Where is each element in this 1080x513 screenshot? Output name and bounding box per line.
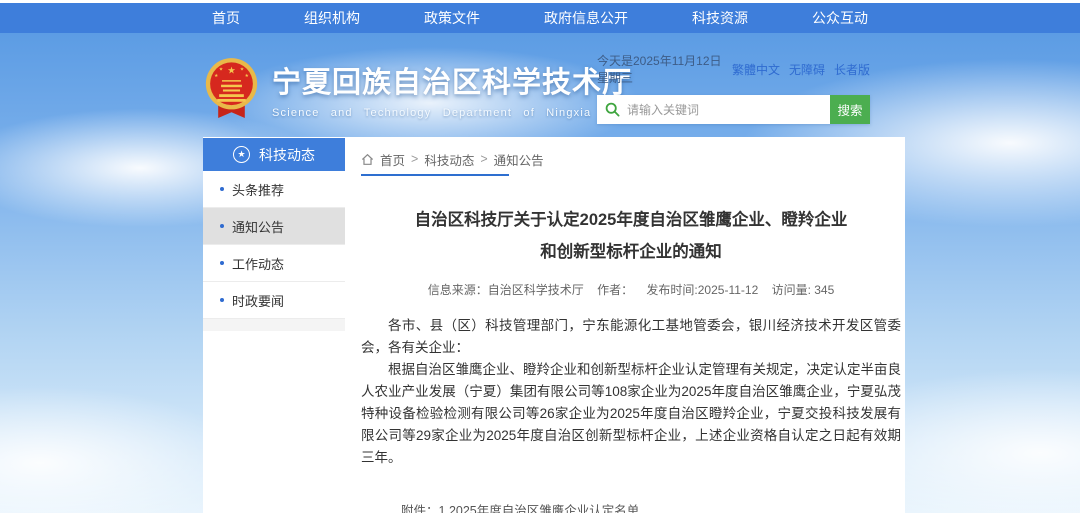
article-title-line1: 自治区科技厅关于认定2025年度自治区雏鹰企业、瞪羚企业 (415, 211, 848, 229)
site-title: 宁夏回族自治区科学技术厅 (272, 59, 632, 101)
meta-author: 作者： (597, 283, 633, 297)
sidebar: ★ 科技动态 头条推荐 通知公告 工作动态 时政要闻 (203, 138, 345, 331)
nav-item-policy-docs[interactable]: 政策文件 (424, 8, 480, 28)
breadcrumb: 首页 > 科技动态 > 通知公告 (361, 149, 901, 169)
link-elder-version[interactable]: 长者版 (834, 61, 870, 78)
site-subtitle: Science and Technology Department of Nin… (272, 107, 632, 119)
breadcrumb-tech-news[interactable]: 科技动态 (424, 150, 474, 169)
article-title: 自治区科技厅关于认定2025年度自治区雏鹰企业、瞪羚企业 和创新型标杆企业的通知 (361, 204, 901, 268)
quick-links: 繁體中文 无障碍 长者版 (732, 61, 870, 78)
nav-item-public-interact[interactable]: 公众互动 (812, 8, 868, 28)
attachment-list: 1.2025年度自治区雏鹰企业认定名单 2.2025年度自治区瞪羚企业认定名单 … (439, 503, 677, 513)
content-card: ★ 科技动态 头条推荐 通知公告 工作动态 时政要闻 (203, 137, 905, 513)
sidebar-item-current-politics[interactable]: 时政要闻 (203, 282, 345, 319)
breadcrumb-notices[interactable]: 通知公告 (494, 150, 544, 169)
article-area: 首页 > 科技动态 > 通知公告 自治区科技厅关于认定2025年度自治区雏鹰企业… (361, 137, 901, 513)
sidebar-footer-strip (203, 319, 345, 331)
breadcrumb-underline (361, 174, 509, 176)
meta-visits: 访问量: 345 (772, 283, 835, 297)
bullet-icon (220, 224, 224, 228)
date-row: 今天是2025年11月12日 星期三 繁體中文 无障碍 长者版 (597, 52, 870, 86)
breadcrumb-separator: > (480, 152, 487, 166)
link-accessibility[interactable]: 无障碍 (789, 61, 825, 78)
top-nav-inner: 首页 组织机构 政策文件 政府信息公开 科技资源 公众互动 (0, 3, 1080, 33)
attachments-label: 附件： (401, 503, 439, 513)
bullet-icon (220, 187, 224, 191)
breadcrumb-home[interactable]: 首页 (380, 150, 405, 169)
search-button[interactable]: 搜索 (830, 95, 870, 124)
circled-star-icon: ★ (233, 146, 250, 163)
sidebar-item-label: 时政要闻 (232, 291, 284, 310)
sidebar-item-notices[interactable]: 通知公告 (203, 208, 345, 245)
sidebar-item-work-updates[interactable]: 工作动态 (203, 245, 345, 282)
home-icon (361, 153, 374, 166)
sidebar-title: 科技动态 (259, 145, 315, 165)
svg-text:★: ★ (240, 66, 244, 72)
site-brand[interactable]: ★ ★ ★ ★ ★ 宁夏回族自治区科学技术厅 Science and Techn… (203, 57, 632, 120)
nav-item-sci-resources[interactable]: 科技资源 (692, 8, 748, 28)
brand-text: 宁夏回族自治区科学技术厅 Science and Technology Depa… (272, 59, 632, 119)
sidebar-item-label: 工作动态 (232, 254, 284, 273)
attachments: 附件： 1.2025年度自治区雏鹰企业认定名单 2.2025年度自治区瞪羚企业认… (361, 503, 901, 513)
search-input[interactable] (627, 103, 822, 117)
attachment-link-eagle-list[interactable]: 1.2025年度自治区雏鹰企业认定名单 (439, 503, 677, 513)
svg-text:★: ★ (219, 66, 223, 72)
search-icon (605, 102, 620, 117)
top-nav: 首页 组织机构 政策文件 政府信息公开 科技资源 公众互动 (0, 3, 1080, 33)
search-bar: 搜索 (597, 95, 870, 124)
sidebar-header-tech-news[interactable]: ★ 科技动态 (203, 138, 345, 171)
link-traditional-chinese[interactable]: 繁體中文 (732, 61, 780, 78)
nav-item-gov-info[interactable]: 政府信息公开 (544, 8, 628, 28)
bullet-icon (220, 261, 224, 265)
search-box (597, 95, 830, 124)
meta-publish-time: 发布时间:2025-11-12 (646, 283, 758, 297)
nav-item-home[interactable]: 首页 (212, 8, 240, 28)
nav-item-organization[interactable]: 组织机构 (304, 8, 360, 28)
article-meta: 信息来源：自治区科学技术厅 作者： 发布时间:2025-11-12 访问量: 3… (361, 281, 901, 298)
svg-text:★: ★ (214, 73, 218, 79)
today-date: 今天是2025年11月12日 星期三 (597, 52, 732, 86)
article-paragraph: 根据自治区雏鹰企业、瞪羚企业和创新型标杆企业认定管理有关规定，决定认定半亩良人农… (361, 359, 901, 469)
breadcrumb-separator: > (411, 152, 418, 166)
header-utilities: 今天是2025年11月12日 星期三 繁體中文 无障碍 长者版 搜索 (597, 52, 870, 124)
page: 首页 组织机构 政策文件 政府信息公开 科技资源 公众互动 ★ ★ ★ ★ ★ … (0, 0, 1080, 513)
article-paragraph: 各市、县（区）科技管理部门，宁东能源化工基地管委会，银川经济技术开发区管委会，各… (361, 315, 901, 359)
bullet-icon (220, 298, 224, 302)
meta-source: 信息来源：自治区科学技术厅 (428, 283, 584, 297)
svg-text:★: ★ (227, 65, 236, 76)
sidebar-item-headlines[interactable]: 头条推荐 (203, 171, 345, 208)
national-emblem-logo: ★ ★ ★ ★ ★ (203, 57, 260, 120)
article-body: 各市、县（区）科技管理部门，宁东能源化工基地管委会，银川经济技术开发区管委会，各… (361, 315, 901, 469)
sidebar-item-label: 头条推荐 (232, 180, 284, 199)
svg-text:★: ★ (245, 73, 249, 79)
article-title-line2: 和创新型标杆企业的通知 (540, 243, 722, 261)
sidebar-item-label: 通知公告 (232, 217, 284, 236)
